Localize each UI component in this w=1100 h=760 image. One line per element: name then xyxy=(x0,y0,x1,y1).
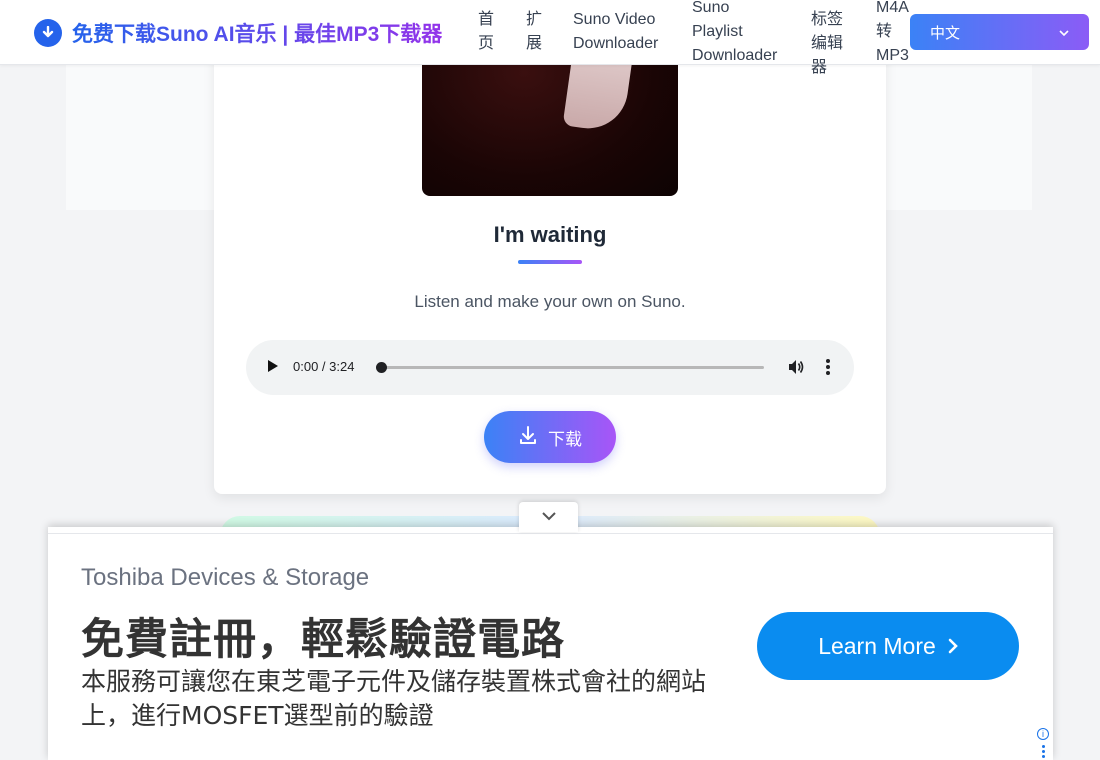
download-label: 下载 xyxy=(548,429,582,449)
nav-home[interactable]: 首 页 xyxy=(478,8,498,56)
ad-divider xyxy=(48,533,1053,534)
nav-suno-playlist-downloader[interactable]: Suno Playlist Downloader xyxy=(692,0,792,68)
song-description: Listen and make your own on Suno. xyxy=(414,292,686,311)
nav-m4a-to-mp3[interactable]: M4A 转 MP3 xyxy=(876,0,912,68)
nav-suno-video-downloader[interactable]: Suno Video Downloader xyxy=(573,8,673,56)
ad-headline: 免費註冊，輕鬆驗證電路 xyxy=(81,615,565,665)
song-card: I'm waiting Listen and make your own on … xyxy=(214,20,886,494)
ad-body: 本服務可讓您在東芝電子元件及儲存裝置株式會社的網站上，進行MOSFET選型前的驗… xyxy=(81,667,707,730)
chevron-right-icon xyxy=(948,633,958,660)
nav-mp3-tag-editor[interactable]: MP3 标签 编辑 器 xyxy=(811,0,847,80)
progress-thumb[interactable] xyxy=(376,362,387,373)
ad-menu-icon[interactable] xyxy=(1042,745,1045,760)
volume-icon[interactable] xyxy=(787,358,805,381)
chevron-down-icon xyxy=(541,508,557,526)
song-title: I'm waiting xyxy=(493,222,607,247)
language-select[interactable]: 中文 xyxy=(910,14,1089,50)
site-title: 免费下载Suno AI音乐 | 最佳MP3下载器 xyxy=(72,18,442,48)
progress-track[interactable] xyxy=(376,362,764,373)
title-underline xyxy=(518,260,582,264)
ad-learn-more-button[interactable]: Learn More xyxy=(757,612,1019,680)
chevron-down-icon xyxy=(1059,24,1069,41)
ad-brand: Toshiba Devices & Storage xyxy=(81,564,370,591)
ad-collapse-toggle[interactable] xyxy=(519,502,578,532)
player-time: 0:00 / 3:24 xyxy=(293,359,355,374)
ad-cta-label: Learn More xyxy=(818,632,936,659)
site-logo[interactable]: 免费下载Suno AI音乐 | 最佳MP3下载器 xyxy=(34,18,442,48)
play-icon[interactable] xyxy=(268,360,278,372)
download-icon xyxy=(518,425,538,450)
site-header: 免费下载Suno AI音乐 | 最佳MP3下载器 首 页 扩 展 Suno Vi… xyxy=(0,0,1100,76)
more-options-icon[interactable] xyxy=(826,359,830,377)
nav-extensions[interactable]: 扩 展 xyxy=(526,8,546,56)
download-circle-icon xyxy=(34,19,62,47)
advertisement-banner[interactable]: Toshiba Devices & Storage 免費註冊，輕鬆驗證電路 本服… xyxy=(48,527,1053,760)
download-button[interactable]: 下载 xyxy=(484,411,616,463)
ad-info-icon[interactable]: i xyxy=(1037,728,1049,740)
audio-player: 0:00 / 3:24 xyxy=(246,340,854,395)
language-select-value: 中文 xyxy=(930,24,961,42)
